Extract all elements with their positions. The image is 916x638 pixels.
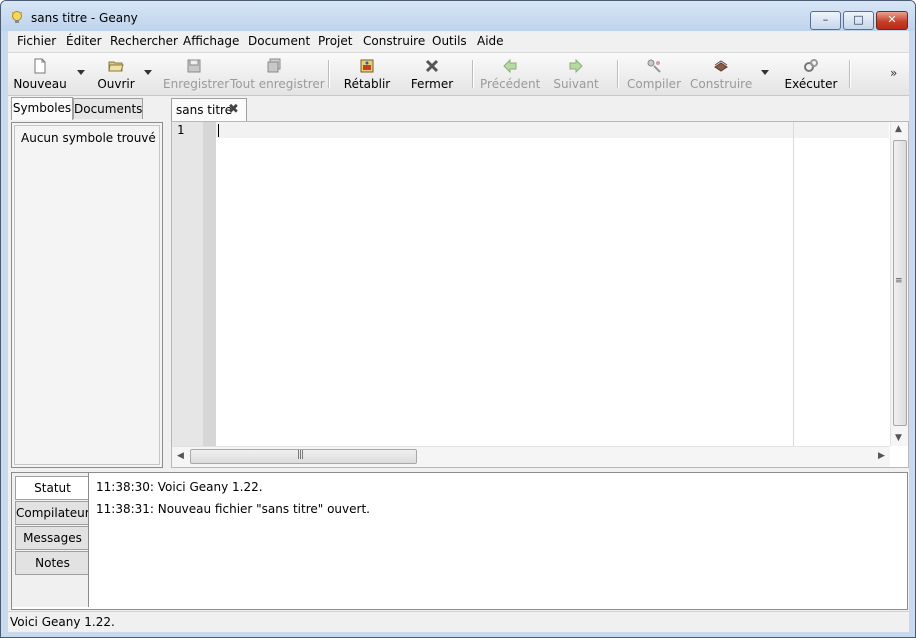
scroll-up-arrow-icon[interactable]: ▲ [895,124,902,134]
toolbar-overflow-chevron-icon[interactable]: » [890,66,897,80]
symbols-panel: Aucun symbole trouvé [11,122,163,468]
close-file-button[interactable]: Fermer [407,55,457,93]
build-button[interactable]: Construire [690,55,752,93]
scroll-right-arrow-icon[interactable]: ▶ [878,451,885,461]
grip-icon: ≡ [895,276,902,286]
document-tab[interactable]: sans titre ✖ [171,98,247,121]
horizontal-scrollbar[interactable]: ◀ ||| ▶ [172,446,890,467]
toolbar-separator [472,60,474,88]
save-button[interactable]: Enregistrer [163,55,230,93]
toolbar-separator [617,60,619,88]
menu-construire[interactable]: Construire [363,34,425,48]
new-button[interactable]: Nouveau [12,55,68,93]
menu-bar: Fichier Éditer Rechercher Affichage Docu… [8,31,909,53]
revert-icon [360,59,374,73]
menu-fichier[interactable]: Fichier [17,34,56,48]
client-area: Fichier Éditer Rechercher Affichage Docu… [8,31,909,632]
message-tabs: Statut Compilateur Messages Notes [12,473,90,607]
tab-symboles[interactable]: Symboles [11,97,73,120]
line-number-gutter: 1 [172,122,203,446]
main-window: sans titre - Geany – □ ✕ Fichier Éditer … [0,0,916,638]
maximize-icon: □ [853,13,864,26]
execute-gears-icon [804,59,818,72]
compile-label: Compiler [626,77,681,91]
text-editor[interactable] [216,122,890,446]
maximize-button[interactable]: □ [843,11,874,30]
new-label: Nouveau [13,77,67,91]
open-folder-icon [108,61,124,72]
minimize-icon: – [822,13,829,26]
build-bricks-icon [714,60,728,72]
scroll-left-arrow-icon[interactable]: ◀ [177,451,184,461]
save-label: Enregistrer [163,77,230,91]
menu-rechercher[interactable]: Rechercher [110,34,178,48]
document-tab-label: sans titre [176,103,233,117]
open-button[interactable]: Ouvrir [92,55,140,93]
minimize-button[interactable]: – [810,11,841,30]
open-label: Ouvrir [97,77,135,91]
sidebar: Symboles Documents Aucun symbole trouvé [8,97,166,468]
vertical-scrollbar[interactable]: ▲ ≡ ▼ [890,122,908,446]
status-bar: Voici Geany 1.22. [8,611,909,632]
compile-icon [647,59,661,73]
new-dropdown-arrow-icon[interactable] [77,70,85,75]
geany-lamp-icon [11,11,23,23]
new-file-icon [34,58,46,74]
forward-button[interactable]: Suivant [548,55,604,93]
log-line: 11:38:30: Voici Geany 1.22. [96,480,263,494]
menu-editer[interactable]: Éditer [66,34,102,48]
close-window-button[interactable]: ✕ [876,11,908,30]
execute-button[interactable]: Exécuter [782,55,840,93]
menu-outils[interactable]: Outils [432,34,467,48]
no-symbols-message: Aucun symbole trouvé [21,131,156,145]
symbols-list[interactable]: Aucun symbole trouvé [14,125,160,465]
editor-area: sans titre ✖ 1 ▲ ≡ ▼ ◀ ||| ▶ [171,98,909,468]
tab-close-icon[interactable]: ✖ [228,102,239,117]
scroll-down-arrow-icon[interactable]: ▼ [895,433,902,443]
tab-notes[interactable]: Notes [15,551,89,575]
save-all-icon [267,58,281,73]
build-dropdown-arrow-icon[interactable] [761,70,769,75]
grip-icon: ||| [297,450,304,460]
revert-button[interactable]: Rétablir [342,55,392,93]
editor-frame: 1 ▲ ≡ ▼ ◀ ||| ▶ [171,121,909,468]
title-bar[interactable]: sans titre - Geany – □ ✕ [1,1,915,31]
open-dropdown-arrow-icon[interactable] [144,70,152,75]
save-icon [187,59,201,73]
build-label: Construire [690,77,753,91]
tab-documents[interactable]: Documents [73,98,143,119]
menu-projet[interactable]: Projet [318,34,352,48]
fold-margin[interactable] [203,122,216,446]
menu-aide[interactable]: Aide [477,34,504,48]
tab-compilateur[interactable]: Compilateur [15,501,90,525]
close-file-label: Fermer [410,77,454,91]
window-title: sans titre - Geany [31,11,138,25]
tab-messages[interactable]: Messages [15,526,89,550]
status-text: Voici Geany 1.22. [10,615,115,629]
back-button[interactable]: Précédent [480,55,540,93]
vertical-scroll-thumb[interactable]: ≡ [893,140,907,426]
toolbar-separator [849,60,851,88]
save-all-label: Tout enregistrer [230,77,325,91]
tab-statut[interactable]: Statut [15,476,89,500]
menu-affichage[interactable]: Affichage [183,34,239,48]
close-icon: ✕ [887,13,897,26]
execute-label: Exécuter [784,77,838,91]
toolbar: Nouveau Ouvrir Enregistrer Tout enregist… [8,53,909,96]
close-x-icon [425,59,439,73]
status-log[interactable]: 11:38:30: Voici Geany 1.22. 11:38:31: No… [88,473,906,607]
message-window: Statut Compilateur Messages Notes 11:38:… [11,472,908,610]
arrow-left-icon [503,58,517,74]
log-line: 11:38:31: Nouveau fichier "sans titre" o… [96,502,370,516]
back-label: Précédent [480,77,541,91]
line-number: 1 [177,123,185,137]
toolbar-separator [328,60,330,88]
revert-label: Rétablir [343,77,391,91]
menu-document[interactable]: Document [248,34,310,48]
horizontal-scroll-thumb[interactable]: ||| [190,449,417,464]
arrow-right-icon [569,58,583,74]
save-all-button[interactable]: Tout enregistrer [230,55,325,93]
compile-button[interactable]: Compiler [626,55,682,93]
forward-label: Suivant [553,77,599,91]
